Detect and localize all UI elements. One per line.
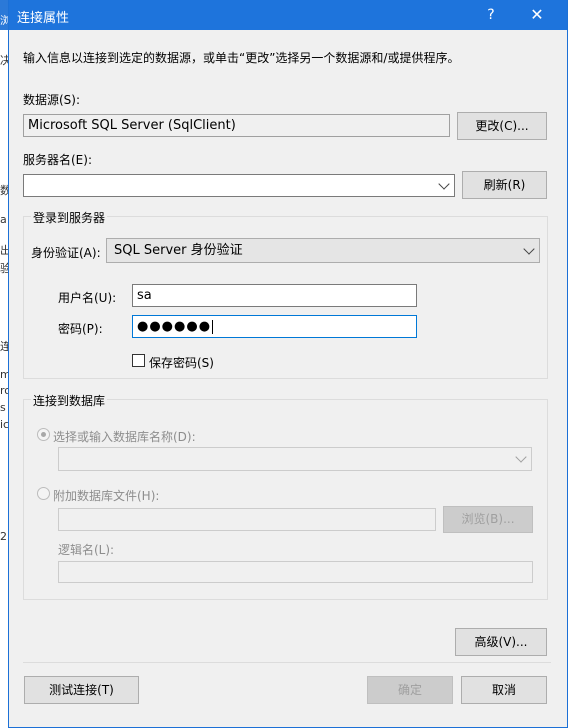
database-group-label: 连接到数据库 [31,392,108,409]
close-button[interactable]: ✕ [515,0,559,30]
password-mask: ●●●●●● [137,319,212,334]
username-input[interactable]: sa [132,284,417,307]
text-caret [212,319,214,334]
logical-name-label: 逻辑名(L): [58,543,115,557]
dialog-title: 连接属性 [17,11,70,26]
datasource-field: Microsoft SQL Server (SqlClient) [23,114,450,137]
auth-dropdown[interactable]: SQL Server 身份验证 [106,238,540,263]
attach-file-input[interactable] [58,508,436,531]
footer-separator [23,662,551,663]
password-input[interactable]: ●●●●●● [132,315,417,338]
chevron-down-icon[interactable] [523,242,535,255]
intro-text: 输入信息以连接到选定的数据源，或单击“更改”选择另一个数据源和/或提供程序。 [23,51,460,65]
select-database-radio[interactable] [37,428,50,441]
connection-properties-dialog: 连接属性 ? ✕ 输入信息以连接到选定的数据源，或单击“更改”选择另一个数据源和… [8,0,568,728]
chevron-down-icon[interactable] [438,177,450,190]
attach-database-radio[interactable] [37,487,50,500]
cancel-button[interactable]: 取消 [461,676,547,704]
datasource-label: 数据源(S): [23,93,81,107]
browse-button[interactable]: 浏览(B)... [443,506,533,533]
test-connection-button[interactable]: 测试连接(T) [24,676,139,704]
attach-database-label: 附加数据库文件(H): [53,489,160,503]
auth-label: 身份验证(A): [31,246,101,260]
server-combobox[interactable] [23,174,455,197]
password-label: 密码(P): [58,322,103,336]
logical-name-input[interactable] [58,561,533,583]
database-name-combobox[interactable] [58,447,532,471]
chevron-down-icon[interactable] [515,451,527,463]
close-icon: ✕ [530,5,544,24]
login-group-label: 登录到服务器 [31,209,108,226]
save-password-label[interactable]: 保存密码(S) [149,354,214,371]
server-label: 服务器名(E): [23,153,92,167]
save-password-checkbox[interactable] [132,354,145,367]
change-datasource-button[interactable]: 更改(C)... [457,112,547,140]
refresh-button[interactable]: 刷新(R) [462,171,547,199]
ok-button[interactable]: 确定 [367,676,453,704]
select-database-label: 选择或输入数据库名称(D): [53,430,196,444]
auth-value: SQL Server 身份验证 [114,243,243,258]
help-button[interactable]: ? [469,0,513,30]
advanced-button[interactable]: 高级(V)... [455,628,547,656]
username-label: 用户名(U): [58,291,117,305]
dialog-titlebar[interactable]: 连接属性 ? ✕ [9,0,567,30]
